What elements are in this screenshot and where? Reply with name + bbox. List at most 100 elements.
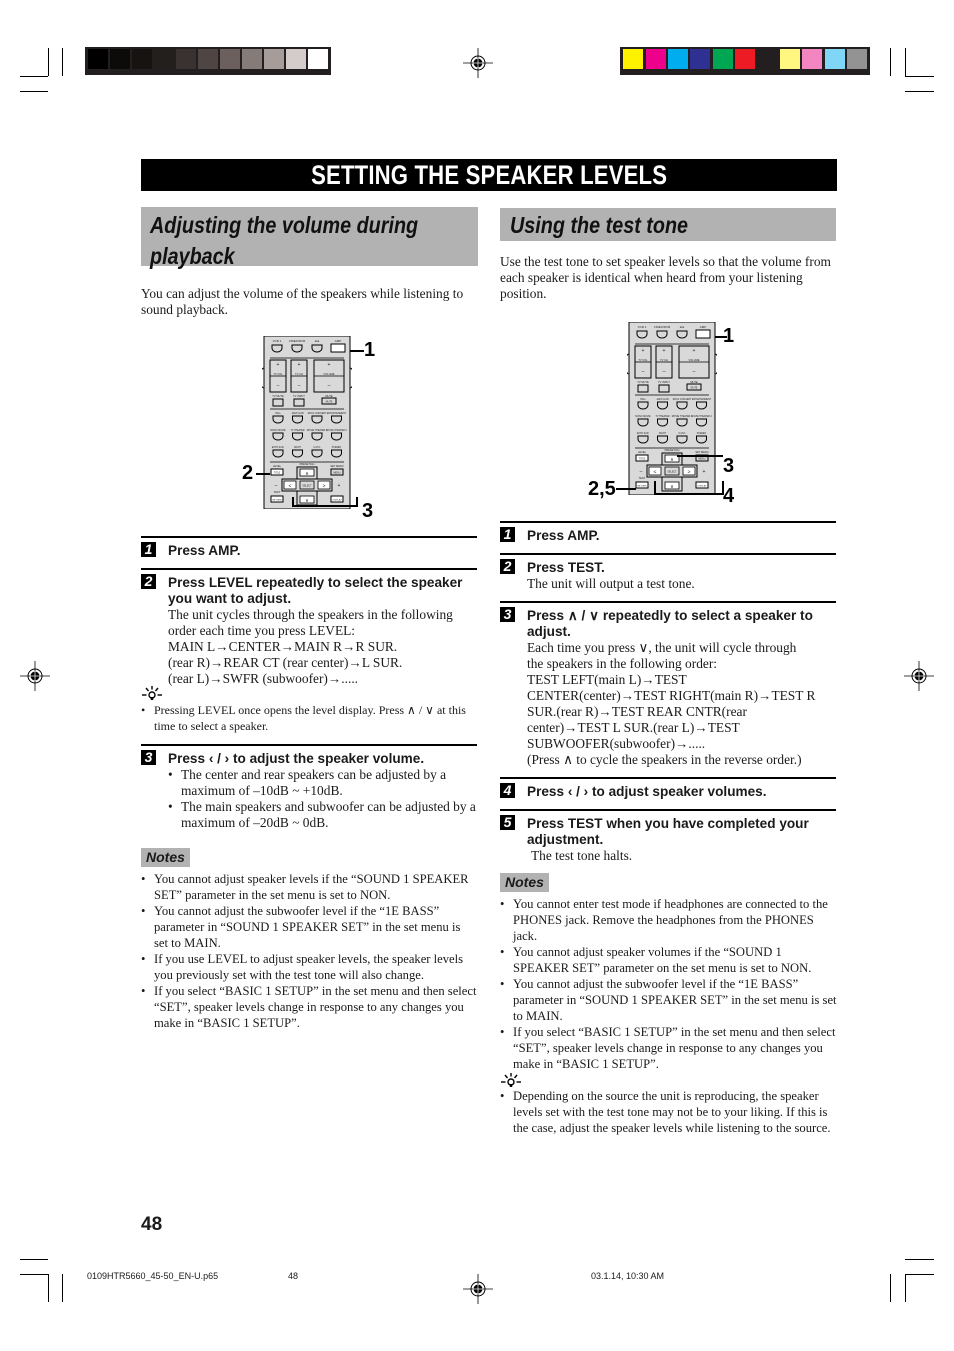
notes-label: Notes bbox=[141, 848, 190, 867]
remote-control-illustration: VCR 1 VIDEO/DVR ◄► AMP + TV VOL – + TV CH – + VOLUM… bbox=[624, 321, 720, 496]
step-heading: Press LEVEL repeatedly to select the spe… bbox=[168, 575, 463, 606]
remote-button bbox=[656, 330, 668, 339]
remote-label: ROCK CONCERT bbox=[308, 413, 327, 415]
step-heading: Press ‹ / › to adjust speaker volumes. bbox=[527, 784, 767, 799]
remote-label: HALL bbox=[275, 412, 281, 415]
remote-label: SELECT bbox=[667, 471, 677, 474]
remote-label: > bbox=[688, 470, 691, 476]
step-number-badge: 1 bbox=[141, 542, 156, 557]
right-step-5: 5 Press TEST when you have completed you… bbox=[500, 809, 836, 864]
remote-label: + bbox=[663, 348, 666, 354]
dsp-button bbox=[676, 401, 688, 410]
remote-label: TV THEATER bbox=[655, 415, 669, 418]
note-item: You cannot adjust speaker levels if the … bbox=[141, 871, 477, 903]
remote-label: STEREO bbox=[332, 447, 342, 449]
step-number-badge: 5 bbox=[500, 815, 515, 830]
remote-label: RETURN bbox=[272, 500, 282, 502]
remote-label: EXTD SUR. bbox=[637, 433, 650, 435]
step-number-badge: 2 bbox=[141, 574, 156, 589]
remote-label: HALL bbox=[640, 398, 646, 401]
dsp-button bbox=[637, 435, 649, 444]
remote-button bbox=[676, 330, 688, 339]
remote-label: AMP bbox=[335, 339, 342, 343]
callout-line-3 bbox=[292, 497, 358, 507]
mute-button bbox=[637, 384, 649, 393]
note-item: You cannot enter test mode if headphones… bbox=[500, 896, 838, 944]
remote-label: – bbox=[275, 483, 278, 489]
remote-label: VOLUME bbox=[689, 358, 700, 362]
mute-button bbox=[272, 398, 284, 407]
remote-control-illustration: VCR 1 VIDEO/DVR ◄► AMP + TV VOL – + TV CH – + VOLUM… bbox=[259, 335, 355, 510]
step-heading: Press AMP. bbox=[527, 528, 600, 543]
note-item: You cannot adjust speaker volumes if the… bbox=[500, 944, 838, 976]
remote-label: – bbox=[640, 469, 643, 475]
remote-label: AMP bbox=[700, 325, 707, 329]
color-swatch bbox=[846, 49, 867, 69]
right-tip: Depending on the source the unit is repr… bbox=[500, 1088, 838, 1136]
color-swatch bbox=[242, 49, 262, 69]
right-step-2: 2 Press TEST. The unit will output a tes… bbox=[500, 553, 836, 592]
dsp-button bbox=[311, 432, 323, 441]
remote-label: TV VOL bbox=[273, 372, 283, 376]
notes-label: Notes bbox=[500, 873, 549, 892]
color-swatch bbox=[308, 49, 328, 69]
remote-label: MOVIE THEATER 2 bbox=[326, 429, 347, 432]
color-swatch bbox=[645, 49, 666, 69]
remote-label: MUTE bbox=[690, 380, 698, 384]
remote-label: TITLE bbox=[274, 472, 281, 475]
remote-label: MOVIE THEATER 1 bbox=[307, 429, 328, 432]
footer-timestamp: 03.1.14, 10:30 AM bbox=[591, 1271, 665, 1281]
remote-label: MUTE bbox=[691, 387, 698, 390]
step-number-badge: 3 bbox=[141, 750, 156, 765]
remote-label: + bbox=[642, 348, 645, 354]
color-swatch bbox=[667, 49, 688, 69]
color-swatch bbox=[735, 49, 756, 69]
mute-button bbox=[658, 384, 670, 393]
dsp-button bbox=[331, 415, 342, 424]
remote-label: NIGHT bbox=[294, 447, 302, 449]
mute-button bbox=[293, 398, 305, 407]
remote-button bbox=[636, 330, 648, 339]
step-description: Each time you press ∨, the unit will cyc… bbox=[527, 640, 816, 767]
dsp-button bbox=[311, 449, 323, 458]
remote-label: – bbox=[642, 369, 645, 375]
registration-mark-icon bbox=[463, 1274, 493, 1304]
dsp-button bbox=[311, 415, 323, 424]
remote-label: TV VOL bbox=[638, 358, 648, 362]
callout-4: 4 bbox=[723, 485, 735, 507]
remote-label: VCR 1 bbox=[638, 325, 647, 329]
remote-label: TV INPUT bbox=[658, 380, 670, 384]
dsp-button bbox=[292, 449, 303, 458]
remote-label: – bbox=[663, 369, 666, 375]
remote-label: VCR 1 bbox=[273, 339, 282, 343]
color-swatch bbox=[712, 49, 733, 69]
remote-label: ◄► bbox=[679, 325, 685, 329]
remote-label: JAZZ CLUB bbox=[656, 398, 669, 401]
dsp-button bbox=[657, 418, 668, 427]
color-swatch bbox=[132, 49, 152, 69]
note-item: If you select “BASIC 1 SETUP” in the set… bbox=[500, 1024, 838, 1072]
note-item: If you use LEVEL to adjust speaker level… bbox=[141, 951, 477, 983]
tip-lightbulb-icon bbox=[501, 1073, 521, 1087]
process-color-bar bbox=[620, 47, 871, 75]
left-step-3: 3 Press ‹ / › to adjust the speaker volu… bbox=[141, 744, 477, 831]
remote-label: MUTE bbox=[326, 401, 333, 404]
left-step-1: 1 Press AMP. bbox=[141, 536, 477, 559]
dsp-button bbox=[272, 449, 284, 458]
color-swatch bbox=[779, 49, 800, 69]
remote-label: VIDEO/DVR bbox=[289, 339, 306, 343]
dsp-button bbox=[696, 418, 707, 427]
step-description: The test tone halts. bbox=[531, 848, 633, 863]
remote-label: + bbox=[277, 362, 280, 368]
remote-label: TV INPUT bbox=[293, 394, 305, 398]
remote-label: ∧ bbox=[670, 457, 674, 463]
remote-label: < bbox=[654, 470, 657, 476]
remote-label: STEREO bbox=[697, 433, 707, 435]
remote-label: ROCK CONCERT bbox=[673, 399, 692, 401]
remote-label: ∧ bbox=[305, 471, 309, 477]
step-number-badge: 3 bbox=[500, 607, 515, 622]
remote-label: NIGHT bbox=[659, 433, 667, 435]
color-swatch bbox=[154, 49, 174, 69]
dsp-button bbox=[331, 432, 342, 441]
step-bullets: The center and rear speakers can be adju… bbox=[168, 767, 477, 831]
